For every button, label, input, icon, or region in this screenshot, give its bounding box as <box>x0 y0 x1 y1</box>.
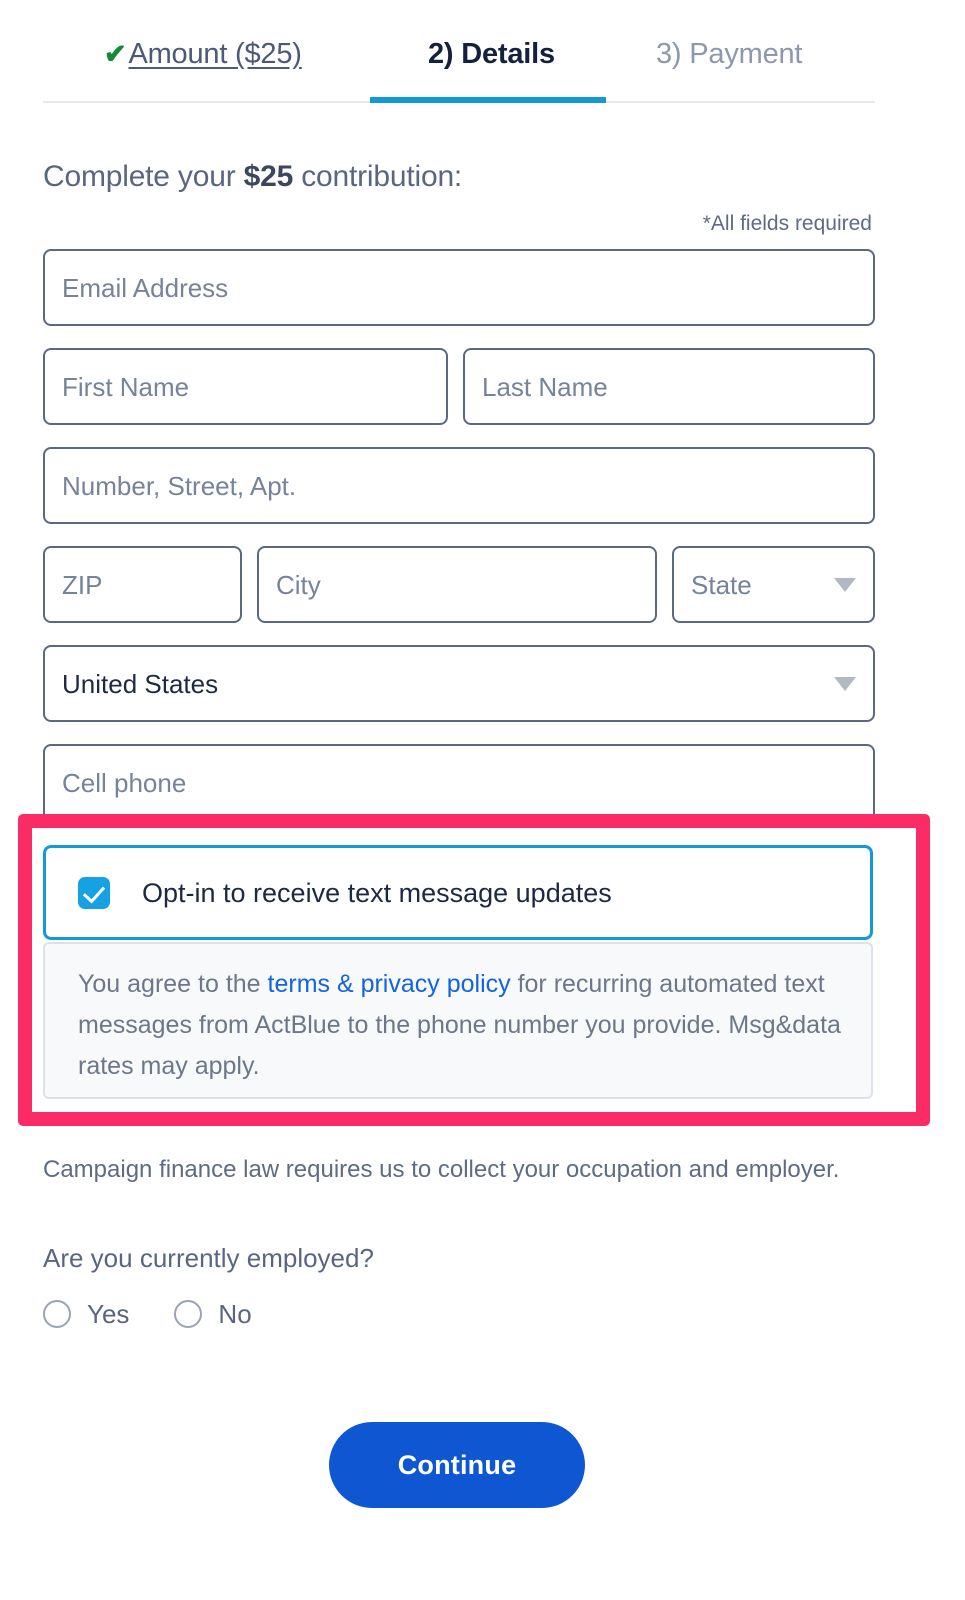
headline-suffix: contribution: <box>293 160 463 193</box>
cell-phone-placeholder: Cell phone <box>62 767 187 798</box>
city-placeholder: City <box>276 569 321 600</box>
country-select[interactable]: United States <box>43 645 875 722</box>
terms-text-before: You agree to the <box>78 970 268 998</box>
text-optin-label: Opt-in to receive text message updates <box>142 877 612 908</box>
street-address-field[interactable]: Number, Street, Apt. <box>43 447 875 524</box>
radio-option-yes[interactable]: Yes <box>43 1299 129 1329</box>
campaign-finance-note: Campaign finance law requires us to coll… <box>43 1156 840 1183</box>
step-tabs: ✔Amount ($25) 2) Details 3) Payment <box>43 34 875 104</box>
continue-button[interactable]: Continue <box>329 1422 585 1508</box>
tab-details[interactable]: 2) Details <box>428 34 555 74</box>
chevron-down-icon <box>834 577 856 592</box>
tab-amount[interactable]: ✔Amount ($25) <box>104 34 302 74</box>
headline-amount: $25 <box>243 160 294 193</box>
email-placeholder: Email Address <box>62 272 229 303</box>
radio-label-no: No <box>218 1299 252 1329</box>
radio-label-yes: Yes <box>87 1299 130 1329</box>
street-address-placeholder: Number, Street, Apt. <box>62 470 297 501</box>
zip-field[interactable]: ZIP <box>43 546 242 623</box>
state-placeholder: State <box>691 569 752 600</box>
country-value: United States <box>62 668 219 699</box>
radio-unselected-icon[interactable] <box>174 1300 203 1328</box>
cell-phone-field[interactable]: Cell phone <box>43 744 875 821</box>
active-tab-indicator <box>370 97 606 103</box>
first-name-field[interactable]: First Name <box>43 348 448 425</box>
state-select[interactable]: State <box>672 546 875 623</box>
tab-payment[interactable]: 3) Payment <box>656 34 802 74</box>
city-field[interactable]: City <box>257 546 657 623</box>
terms-privacy-policy-link[interactable]: terms & privacy policy <box>268 970 511 998</box>
first-name-placeholder: First Name <box>62 371 190 402</box>
checkmark-icon: ✔ <box>104 39 127 69</box>
zip-placeholder: ZIP <box>62 569 103 600</box>
terms-disclosure-panel: You agree to the terms & privacy policy … <box>43 942 873 1099</box>
employment-radio-group: Yes No <box>43 1299 297 1329</box>
email-field[interactable]: Email Address <box>43 249 875 326</box>
radio-option-no[interactable]: No <box>174 1299 252 1329</box>
text-optin-row[interactable]: Opt-in to receive text message updates <box>43 845 873 940</box>
headline-prefix: Complete your <box>43 160 244 193</box>
last-name-placeholder: Last Name <box>482 371 608 402</box>
employment-question: Are you currently employed? <box>43 1243 374 1273</box>
checkbox-checked-icon[interactable] <box>78 876 110 909</box>
terms-text: You agree to the terms & privacy policy … <box>78 964 841 1087</box>
tab-amount-label: Amount ($25) <box>128 38 302 70</box>
page-title: Complete your $25 contribution: <box>43 158 462 196</box>
last-name-field[interactable]: Last Name <box>463 348 875 425</box>
required-fields-note: *All fields required <box>702 212 872 235</box>
radio-unselected-icon[interactable] <box>43 1300 71 1328</box>
chevron-down-icon <box>834 676 856 691</box>
